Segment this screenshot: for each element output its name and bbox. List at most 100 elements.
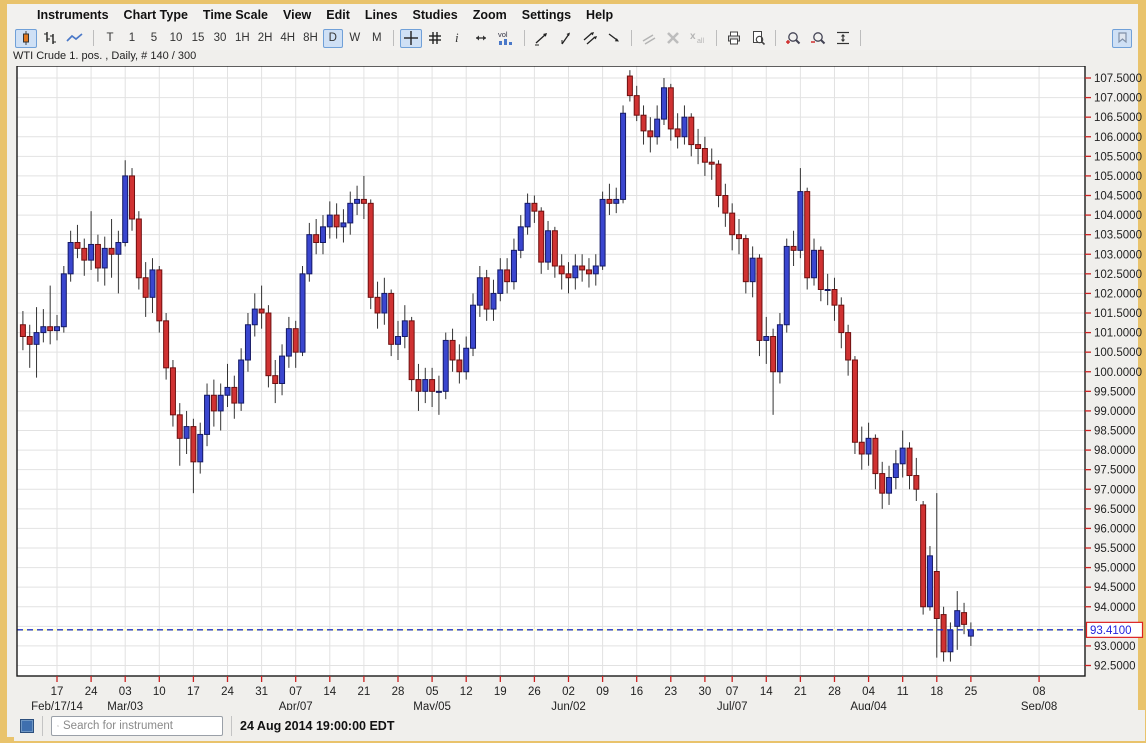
timeframe-button-15[interactable]: 15 <box>188 29 208 48</box>
svg-text:94.5000: 94.5000 <box>1094 582 1136 594</box>
bookmark-icon[interactable] <box>1112 29 1132 48</box>
timeframe-button-5[interactable]: 5 <box>144 29 164 48</box>
timeframe-button-1[interactable]: 1 <box>122 29 142 48</box>
search-input[interactable] <box>63 720 217 732</box>
svg-text:104.0000: 104.0000 <box>1094 210 1142 222</box>
app-window: Instruments Chart Type Time Scale View Edit L… <box>0 0 1146 743</box>
svg-text:102.5000: 102.5000 <box>1094 269 1142 281</box>
candlestick-chart-icon[interactable] <box>15 29 37 48</box>
svg-text:23: 23 <box>664 686 677 698</box>
timeframe-button-30[interactable]: 30 <box>210 29 230 48</box>
volume-icon[interactable]: vol <box>494 29 518 48</box>
trendline-icon[interactable] <box>531 29 553 48</box>
svg-text:96.0000: 96.0000 <box>1094 523 1136 535</box>
svg-text:107.0000: 107.0000 <box>1094 93 1142 105</box>
line-chart-icon[interactable] <box>63 29 87 48</box>
svg-text:21: 21 <box>794 686 807 698</box>
ohlc-bars-chart-icon[interactable] <box>39 29 61 48</box>
date-axis[interactable]: 1724031017243107142128051219260209162330… <box>31 676 1057 710</box>
svg-text:31: 31 <box>255 686 268 698</box>
timeframe-button-4H[interactable]: 4H <box>277 29 298 48</box>
parallel-lines-icon[interactable] <box>638 29 660 48</box>
grid-icon[interactable] <box>424 29 446 48</box>
zoom-in-icon[interactable] <box>782 29 805 48</box>
fit-vertical-icon[interactable] <box>832 29 854 48</box>
statusbar-divider <box>231 716 232 736</box>
zoom-out-icon[interactable] <box>807 29 830 48</box>
svg-text:07: 07 <box>289 686 302 698</box>
delete-all-lines-icon[interactable]: xall <box>686 29 710 48</box>
print-preview-icon[interactable] <box>747 29 769 48</box>
menu-item-lines[interactable]: Lines <box>365 8 398 22</box>
svg-text:95.0000: 95.0000 <box>1094 563 1136 575</box>
chart-area[interactable]: 107.5000107.0000106.5000106.0000105.5000… <box>14 66 1145 710</box>
svg-text:16: 16 <box>630 686 643 698</box>
menu-item-instruments[interactable]: Instruments <box>37 8 109 22</box>
instrument-search-box[interactable] <box>51 716 223 736</box>
ray-line-icon[interactable] <box>555 29 577 48</box>
svg-text:106.0000: 106.0000 <box>1094 132 1142 144</box>
svg-text:Feb/17/14: Feb/17/14 <box>31 701 83 710</box>
svg-text:vol: vol <box>498 30 508 39</box>
svg-text:93.0000: 93.0000 <box>1094 641 1136 653</box>
horizontal-expand-icon[interactable] <box>470 29 492 48</box>
toolbar-separator <box>93 30 94 46</box>
svg-text:17: 17 <box>187 686 200 698</box>
delete-line-icon[interactable] <box>662 29 684 48</box>
menu-item-view[interactable]: View <box>283 8 311 22</box>
svg-text:14: 14 <box>323 686 336 698</box>
print-icon[interactable] <box>723 29 745 48</box>
svg-text:i: i <box>455 30 459 45</box>
svg-text:Mar/03: Mar/03 <box>107 701 143 710</box>
timeframe-button-2H[interactable]: 2H <box>255 29 276 48</box>
timeframe-button-W[interactable]: W <box>345 29 365 48</box>
timeframe-button-M[interactable]: M <box>367 29 387 48</box>
svg-text:05: 05 <box>426 686 439 698</box>
price-axis[interactable]: 107.5000107.0000106.5000106.0000105.5000… <box>1085 73 1142 673</box>
svg-text:all: all <box>697 38 704 45</box>
svg-text:Jul/07: Jul/07 <box>717 701 748 710</box>
svg-text:28: 28 <box>828 686 841 698</box>
timeframe-button-1H[interactable]: 1H <box>232 29 253 48</box>
timeframe-button-10[interactable]: 10 <box>166 29 186 48</box>
svg-text:95.5000: 95.5000 <box>1094 543 1136 555</box>
info-icon[interactable]: i <box>448 29 468 48</box>
menu-item-time-scale[interactable]: Time Scale <box>203 8 268 22</box>
menu-item-settings[interactable]: Settings <box>522 8 571 22</box>
menu-item-zoom[interactable]: Zoom <box>473 8 507 22</box>
svg-text:04: 04 <box>862 686 875 698</box>
candlestick-chart[interactable]: 107.5000107.0000106.5000106.0000105.5000… <box>14 66 1145 710</box>
svg-text:12: 12 <box>460 686 473 698</box>
svg-text:26: 26 <box>528 686 541 698</box>
toolbar-separator <box>393 30 394 46</box>
toolbar-separator <box>775 30 776 46</box>
pointer-arrow-icon[interactable] <box>603 29 625 48</box>
svg-text:98.5000: 98.5000 <box>1094 426 1136 438</box>
parallel-channel-icon[interactable] <box>579 29 601 48</box>
svg-text:28: 28 <box>392 686 405 698</box>
last-price-tag: 93.4100 <box>1087 622 1143 637</box>
timeframe-button-D[interactable]: D <box>323 29 343 48</box>
svg-text:96.5000: 96.5000 <box>1094 504 1136 516</box>
svg-text:103.0000: 103.0000 <box>1094 249 1142 261</box>
svg-text:98.0000: 98.0000 <box>1094 445 1136 457</box>
svg-text:25: 25 <box>964 686 977 698</box>
menu-item-chart-type[interactable]: Chart Type <box>124 8 188 22</box>
svg-text:106.5000: 106.5000 <box>1094 112 1142 124</box>
statusbar-divider <box>42 716 43 736</box>
svg-text:Sep/08: Sep/08 <box>1021 701 1057 710</box>
menu-item-help[interactable]: Help <box>586 8 613 22</box>
svg-text:107.5000: 107.5000 <box>1094 73 1142 85</box>
current-datetime: 24 Aug 2014 19:00:00 EDT <box>240 719 394 733</box>
menu-item-studies[interactable]: Studies <box>413 8 458 22</box>
menu-item-edit[interactable]: Edit <box>326 8 350 22</box>
svg-text:x: x <box>690 31 696 42</box>
svg-text:100.0000: 100.0000 <box>1094 367 1142 379</box>
instrument-color-swatch[interactable] <box>20 719 34 733</box>
svg-text:24: 24 <box>221 686 234 698</box>
svg-text:101.5000: 101.5000 <box>1094 308 1142 320</box>
svg-text:102.0000: 102.0000 <box>1094 288 1142 300</box>
timeframe-button-8H[interactable]: 8H <box>300 29 321 48</box>
crosshair-icon[interactable] <box>400 29 422 48</box>
timeframe-button-T[interactable]: T <box>100 29 120 48</box>
